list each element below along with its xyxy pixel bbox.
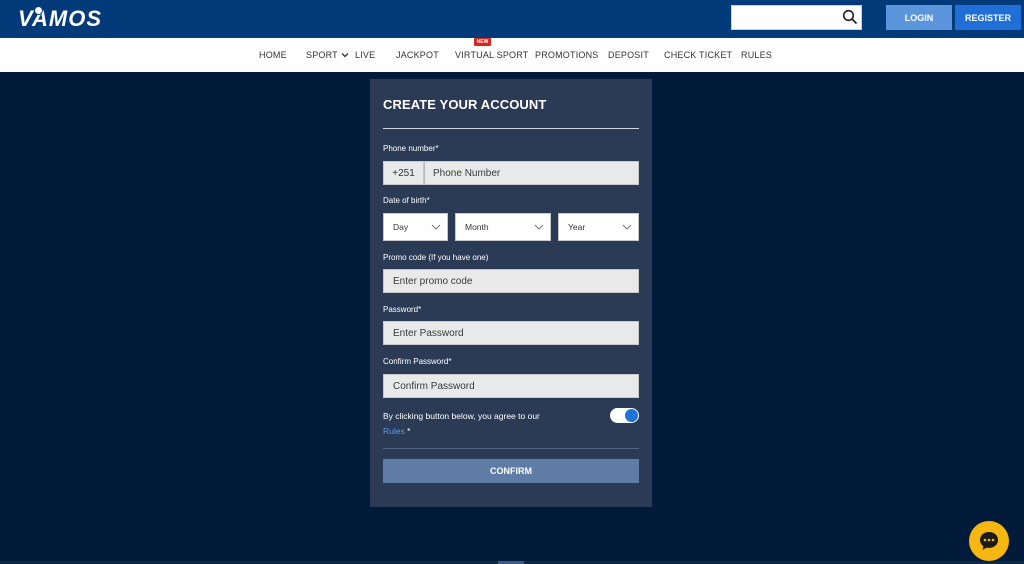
password-label: Password* [383,305,422,314]
nav-item-deposit[interactable]: DEPOSIT [608,38,649,72]
vamos-logo[interactable]: VAMOS [18,4,102,34]
soccer-ball-icon [34,6,43,15]
month-select[interactable]: Month [455,213,551,241]
promo-label: Promo code (If you have one) [383,253,489,262]
year-select[interactable]: Year [558,213,639,241]
chat-button[interactable] [969,521,1009,561]
confirm-password-label: Confirm Password* [383,357,452,366]
logo-text: VAMOS [18,6,103,31]
new-badge: NEW [474,38,491,46]
search-box [731,5,862,30]
nav-item-home[interactable]: HOME [259,38,287,72]
nav-item-sport[interactable]: SPORT [306,38,349,72]
toggle-knob [625,409,638,422]
nav-item-rules[interactable]: RULES [741,38,772,72]
nav-item-virtual-sport[interactable]: VIRTUAL SPORT [455,38,528,72]
promo-code-input[interactable]: Enter promo code [383,269,639,293]
nav-item-sport-label: SPORT [306,50,338,60]
login-button[interactable]: LOGIN [886,5,952,30]
main-nav: HOME SPORT LIVE JACKPOT VIRTUAL SPORT PR… [0,38,1024,72]
required-mark: * [407,426,411,436]
nav-item-jackpot[interactable]: JACKPOT [396,38,439,72]
agree-divider [383,448,639,449]
register-form-panel: CREATE YOUR ACCOUNT Phone number* +251 P… [370,79,652,507]
password-input[interactable]: Enter Password [383,321,639,345]
phone-label: Phone number* [383,144,439,153]
chat-icon [980,532,998,550]
year-select-value: Year [568,222,586,232]
rules-link[interactable]: Rules [383,426,405,436]
chevron-down-icon [622,224,632,230]
register-button[interactable]: REGISTER [955,5,1021,30]
chevron-down-icon [431,224,441,230]
chevron-down-icon [534,224,544,230]
agree-toggle[interactable] [610,408,639,423]
day-select[interactable]: Day [383,213,448,241]
search-input[interactable] [732,6,840,29]
nav-item-check-ticket[interactable]: CHECK TICKET [664,38,732,72]
chevron-down-icon [341,53,349,58]
confirm-button[interactable]: CONFIRM [383,459,639,483]
terms-agreement: By clicking button below, you agree to o… [383,409,573,439]
nav-item-promotions[interactable]: PROMOTIONS [535,38,599,72]
day-select-value: Day [393,222,409,232]
nav-item-live[interactable]: LIVE [355,38,375,72]
form-title: CREATE YOUR ACCOUNT [383,97,547,112]
dob-label: Date of birth* [383,196,430,205]
month-select-value: Month [465,222,489,232]
phone-input[interactable]: Phone Number [424,161,639,185]
confirm-password-input[interactable]: Confirm Password [383,374,639,398]
agree-text: By clicking button below, you agree to o… [383,411,540,421]
top-header: VAMOS LOGIN REGISTER [0,0,1024,38]
title-divider [383,128,639,129]
search-icon[interactable] [842,9,858,25]
country-code: +251 [383,161,424,185]
